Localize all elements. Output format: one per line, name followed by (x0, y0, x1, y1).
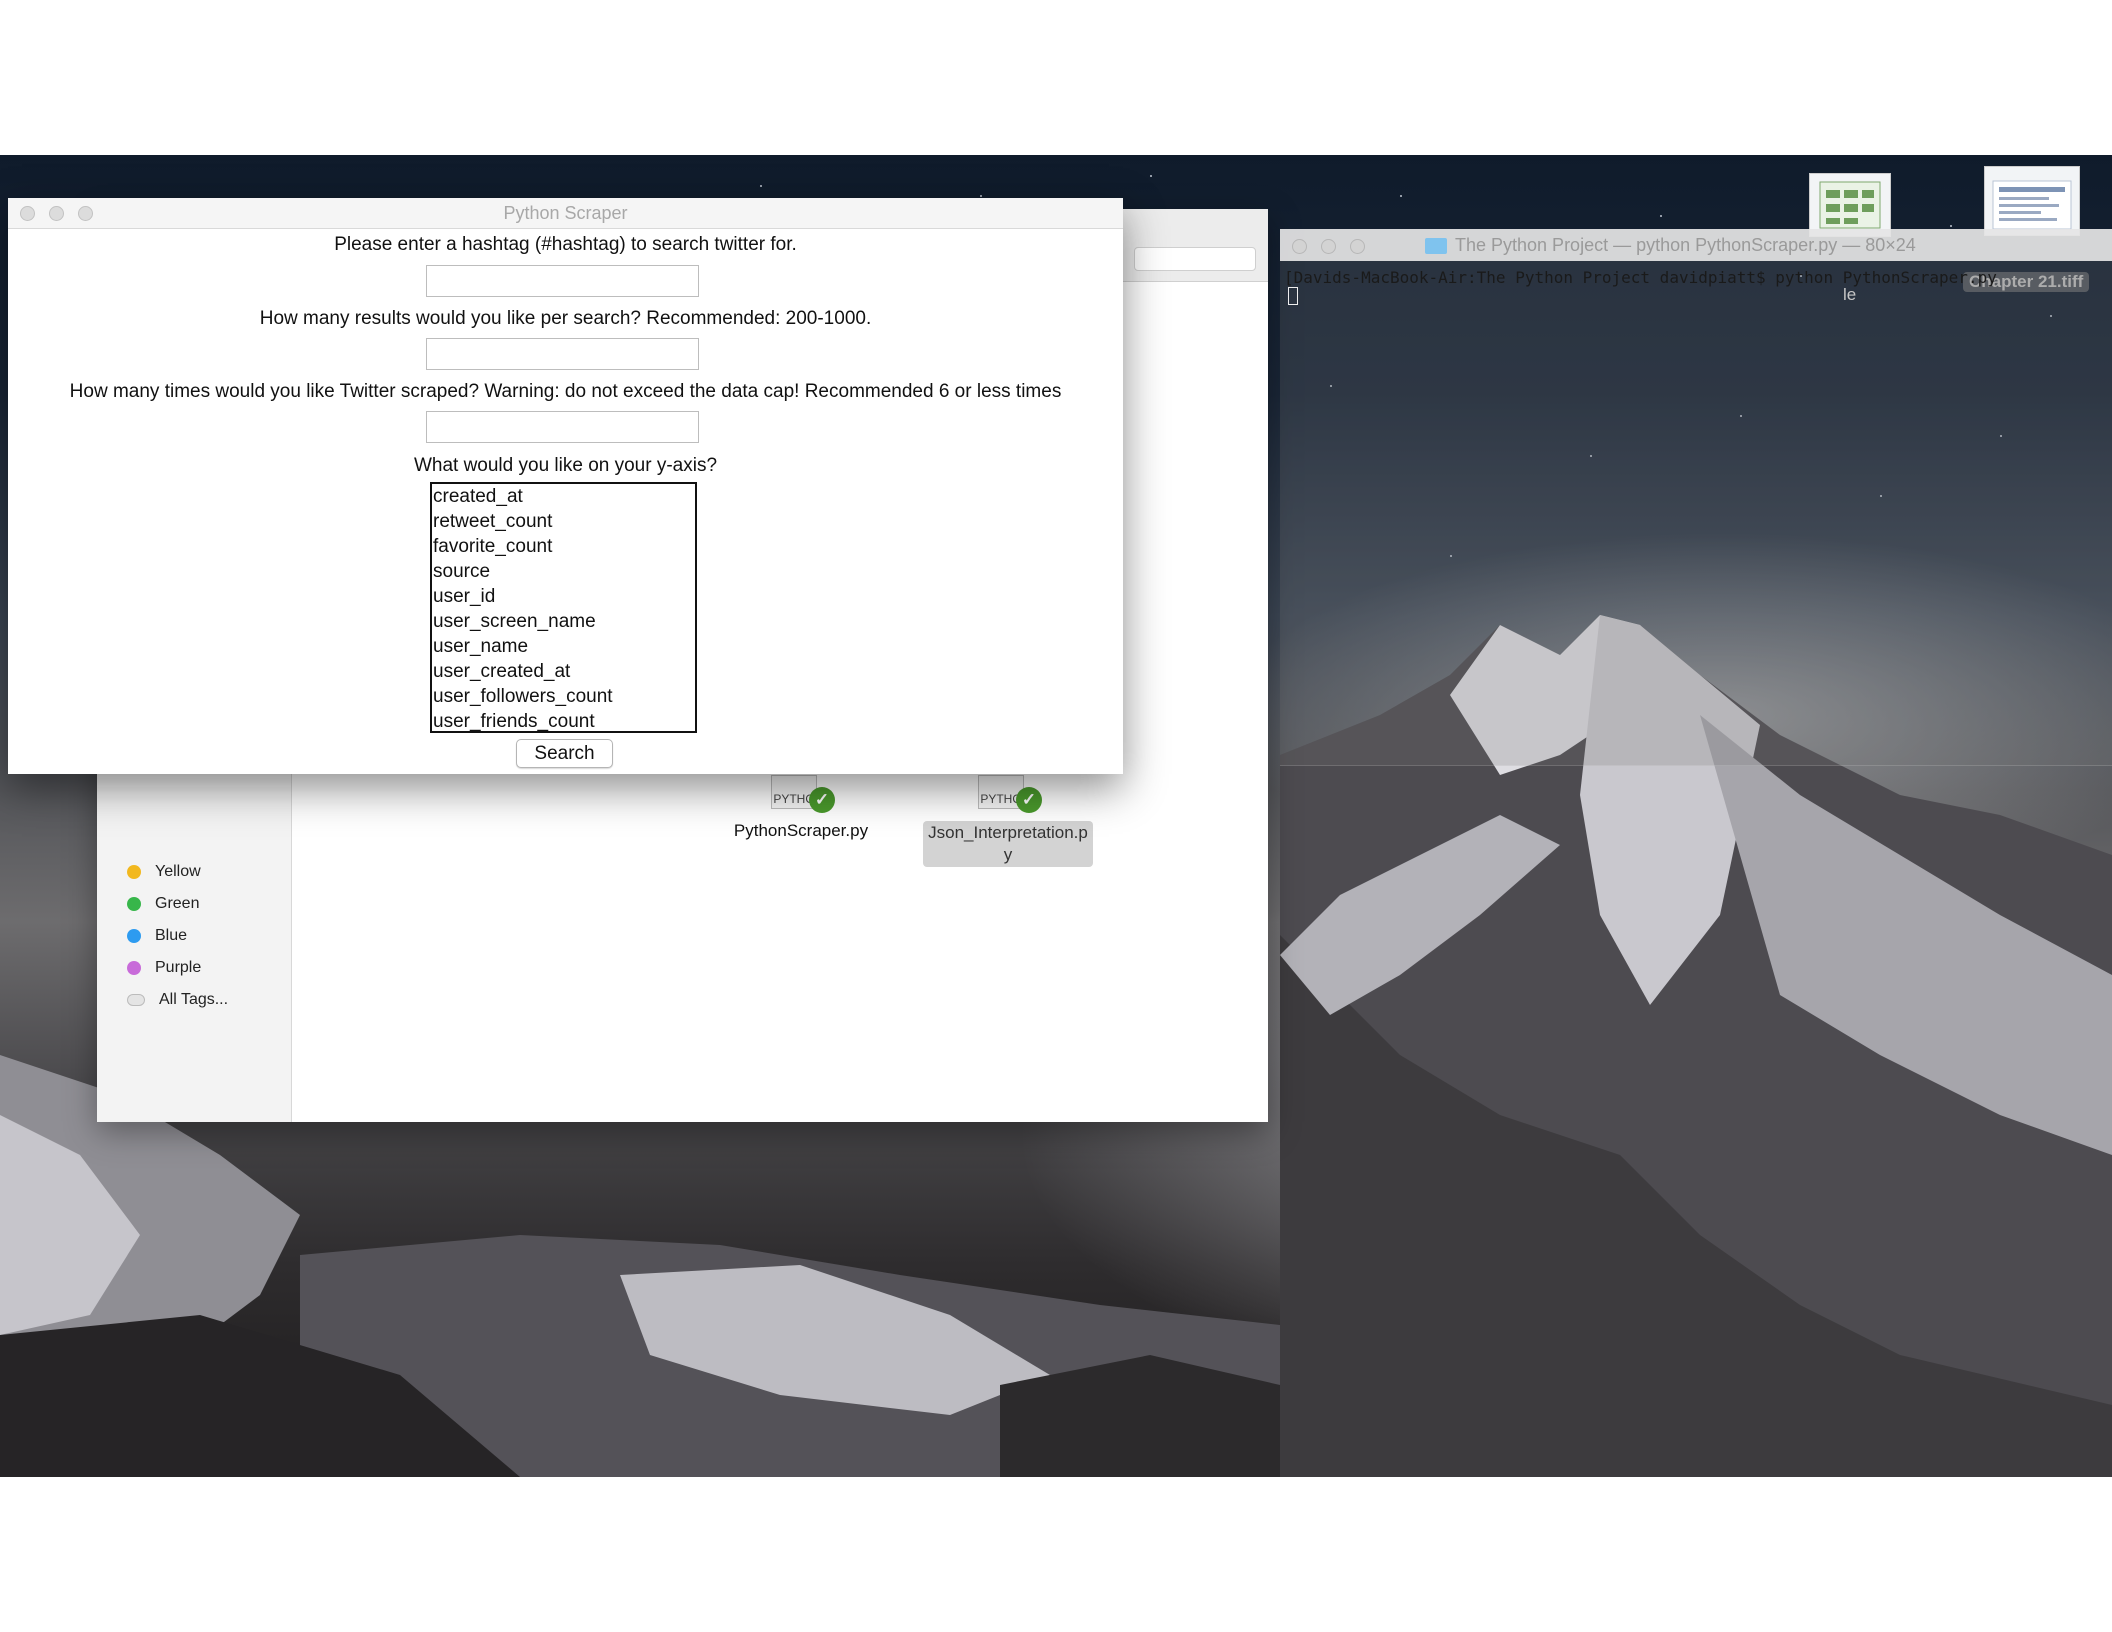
terminal-window[interactable]: The Python Project — python PythonScrape… (1280, 229, 2112, 766)
list-item[interactable]: user_friends_count (432, 709, 695, 731)
tag-purple[interactable]: Purple (127, 956, 201, 980)
all-tags-icon (127, 994, 145, 1006)
checkmark-icon: ✓ (809, 787, 835, 813)
hashtag-prompt: Please enter a hashtag (#hashtag) to sea… (334, 234, 797, 255)
tag-blue[interactable]: Blue (127, 924, 187, 948)
list-item[interactable]: retweet_count (432, 509, 695, 534)
tag-all-tags[interactable]: All Tags... (127, 988, 228, 1012)
search-button[interactable]: Search (516, 739, 613, 768)
yaxis-listbox[interactable]: created_at retweet_count favorite_count … (430, 482, 697, 733)
desktop-image-icon[interactable] (1984, 166, 2080, 236)
scrape-times-prompt: How many times would you like Twitter sc… (69, 381, 1062, 402)
window-title: Python Scraper (503, 203, 628, 223)
file-name: PythonScraper.py (733, 821, 869, 840)
terminal-titlebar[interactable]: The Python Project — python PythonScrape… (1280, 229, 2112, 261)
file-item-selected[interactable]: PYTHO ✓ Json_Interpretation.py (923, 775, 1093, 867)
results-prompt: How many results would you like per sear… (259, 308, 872, 329)
spreadsheet-icon (1819, 181, 1881, 229)
zoom-icon[interactable] (1350, 239, 1365, 254)
results-per-search-input[interactable] (426, 338, 699, 370)
folder-icon (1425, 237, 1447, 254)
list-item[interactable]: user_screen_name (432, 609, 695, 634)
zoom-icon[interactable] (78, 206, 93, 221)
tag-dot-icon (127, 929, 141, 943)
scraper-titlebar[interactable]: Python Scraper (8, 198, 1123, 229)
python-file-icon: PYTHO ✓ (968, 775, 1048, 815)
tag-label: Yellow (155, 863, 201, 880)
list-item[interactable]: user_name (432, 634, 695, 659)
tag-label: All Tags... (159, 991, 229, 1008)
file-item[interactable]: PYTHO ✓ PythonScraper.py (716, 775, 886, 841)
yaxis-prompt: What would you like on your y-axis? (413, 455, 718, 476)
python-scraper-window: Python Scraper Please enter a hashtag (#… (8, 198, 1123, 774)
document-preview-icon (1992, 180, 2072, 230)
terminal-title-text: The Python Project — python PythonScrape… (1455, 235, 1916, 255)
window-controls (20, 206, 93, 221)
close-icon[interactable] (20, 206, 35, 221)
tag-dot-icon (127, 897, 141, 911)
tag-dot-icon (127, 961, 141, 975)
tag-label: Green (155, 895, 200, 912)
checkmark-icon: ✓ (1016, 787, 1042, 813)
window-controls (1292, 239, 1365, 254)
list-item[interactable]: source (432, 559, 695, 584)
close-icon[interactable] (1292, 239, 1307, 254)
list-item[interactable]: user_created_at (432, 659, 695, 684)
file-name: Json_Interpretation.py (923, 821, 1093, 867)
desktop-file-icon[interactable] (1809, 173, 1891, 237)
scrape-times-input[interactable] (426, 411, 699, 443)
list-item[interactable]: user_followers_count (432, 684, 695, 709)
python-file-icon: PYTHO ✓ (761, 775, 841, 815)
minimize-icon[interactable] (1321, 239, 1336, 254)
terminal-prompt-line: [Davids-MacBook-Air:The Python Project d… (1284, 268, 1997, 287)
finder-search-field[interactable] (1134, 247, 1256, 271)
tag-green[interactable]: Green (127, 892, 199, 916)
list-item[interactable]: favorite_count (432, 534, 695, 559)
terminal-cursor (1288, 287, 1298, 305)
tag-label: Purple (155, 959, 202, 976)
minimize-icon[interactable] (49, 206, 64, 221)
tag-yellow[interactable]: Yellow (127, 860, 201, 884)
terminal-title: The Python Project — python PythonScrape… (1425, 235, 1916, 256)
list-item[interactable]: created_at (432, 484, 695, 509)
list-item[interactable]: user_id (432, 584, 695, 609)
tag-dot-icon (127, 865, 141, 879)
hashtag-input[interactable] (426, 265, 699, 297)
tag-label: Blue (155, 927, 188, 944)
